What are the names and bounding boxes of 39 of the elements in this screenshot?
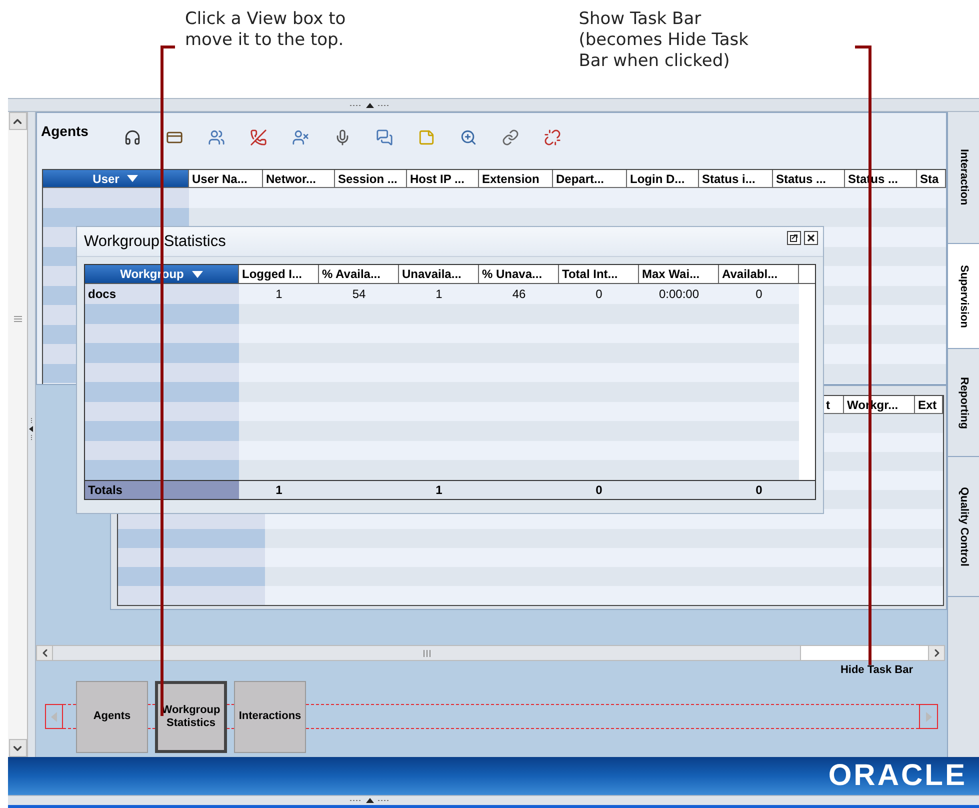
column-header[interactable]: % Unava... [479,265,559,283]
column-header[interactable]: Session ... [335,170,407,187]
column-header[interactable]: Login D... [627,170,699,187]
total-value: 1 [276,482,282,498]
panel-title: Agents [41,122,90,141]
column-header[interactable]: Ext [915,396,943,413]
column-header[interactable]: Total Int... [559,265,639,283]
annotation-text: Show Task Bar (becomes Hide Task Bar when clicked) [578,9,748,72]
column-header[interactable]: Networ... [263,170,335,187]
column-header[interactable]: User Na... [189,170,263,187]
table-cell: 0 [559,284,639,304]
table-cell: 1 [399,284,479,304]
annotation-text: Click a View box to move it to the top. [185,9,346,51]
total-value: 0 [756,482,762,498]
column-header[interactable]: Status i... [699,170,773,187]
hide-task-bar-link[interactable]: Hide Task Bar [840,662,913,679]
total-value: 1 [436,482,442,498]
column-header[interactable]: Status ... [773,170,845,187]
table-cell: 1 [239,284,319,304]
table-cell: docs [85,284,239,304]
column-header[interactable]: Sta [917,170,946,187]
view-box[interactable]: Agents [76,680,148,752]
view-box[interactable]: Workgroup Statistics [155,680,227,752]
column-header[interactable]: Depart... [553,170,627,187]
window-title: Workgroup Statistics [84,232,226,252]
table-cell: 0:00:00 [639,284,719,304]
column-header[interactable]: Host IP ... [407,170,479,187]
logo: ORACLE [828,761,967,791]
side-tab[interactable]: Supervision [948,244,979,349]
column-header[interactable]: User [43,170,189,187]
totals-label: Totals [85,480,239,498]
column-header[interactable]: % Availa... [319,265,399,283]
total-value: 0 [596,482,602,498]
table-cell: 46 [479,284,559,304]
view-box[interactable]: Interactions [234,680,306,752]
column-header[interactable]: Extension [479,170,553,187]
column-header[interactable]: Availabl... [719,265,799,283]
table-cell: 54 [319,284,399,304]
table-cell: 0 [719,284,799,304]
